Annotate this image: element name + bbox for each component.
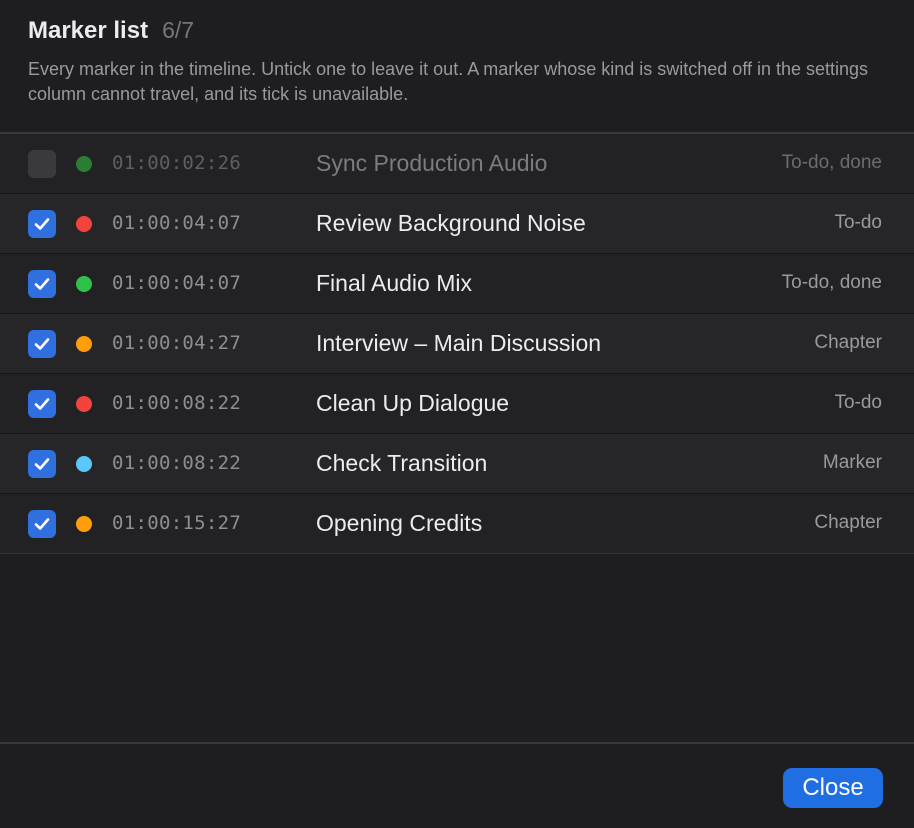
marker-name: Opening Credits	[316, 510, 483, 536]
marker-timecode: 01:00:04:07	[112, 272, 242, 294]
marker-checkbox[interactable]	[28, 330, 56, 358]
marker-color-dot-icon	[76, 336, 92, 352]
marker-row[interactable]: 01:00:08:22 Check Transition Marker	[0, 434, 914, 494]
marker-color-dot-icon	[76, 156, 92, 172]
footer-divider	[0, 742, 914, 744]
dialog-header: Marker list 6/7 Every marker in the time…	[0, 0, 914, 133]
marker-row[interactable]: 01:00:15:27 Opening Credits Chapter	[0, 494, 914, 554]
marker-timecode: 01:00:08:22	[112, 452, 242, 474]
marker-checkbox[interactable]	[28, 210, 56, 238]
marker-timecode: 01:00:04:27	[112, 332, 242, 354]
marker-color-dot-icon	[76, 216, 92, 232]
marker-kind: Chapter	[814, 512, 882, 533]
marker-checkbox[interactable]	[28, 270, 56, 298]
marker-kind: To-do, done	[781, 272, 882, 293]
marker-color-dot-icon	[76, 516, 92, 532]
marker-kind: Marker	[822, 452, 882, 473]
checkmark-icon	[34, 398, 50, 410]
dialog-title: Marker list	[28, 17, 149, 44]
marker-row[interactable]: 01:00:02:26 Sync Production Audio To-do, d…	[0, 134, 914, 194]
checkmark-icon	[34, 458, 50, 470]
marker-kind: To-do	[834, 392, 882, 413]
marker-color-dot-icon	[76, 396, 92, 412]
marker-row[interactable]: 01:00:04:07 Review Background Noise To-do	[0, 194, 914, 254]
close-button[interactable]: Close	[783, 768, 883, 808]
title-row: Marker list 6/7	[28, 17, 886, 49]
marker-name: Interview – Main Discussion	[316, 330, 602, 356]
marker-row[interactable]: 01:00:08:22 Clean Up Dialogue To-do	[0, 374, 914, 434]
checkmark-icon	[34, 218, 50, 230]
dialog-description: Every marker in the timeline. Untick one…	[28, 59, 869, 104]
marker-name: Sync Production Audio	[316, 150, 548, 176]
marker-color-dot-icon	[76, 276, 92, 292]
marker-name: Clean Up Dialogue	[316, 390, 510, 416]
marker-checkbox	[28, 150, 56, 178]
marker-kind: Chapter	[814, 332, 882, 353]
marker-kind: To-do	[834, 212, 882, 233]
checkmark-icon	[34, 518, 50, 530]
checkmark-icon	[34, 338, 50, 350]
marker-timecode: 01:00:08:22	[112, 392, 242, 414]
marker-row[interactable]: 01:00:04:27 Interview – Main Discussion Ch…	[0, 314, 914, 374]
marker-name: Check Transition	[316, 450, 488, 476]
marker-checkbox[interactable]	[28, 510, 56, 538]
marker-count: 6/7	[162, 17, 195, 43]
marker-kind: To-do, done	[781, 152, 882, 173]
marker-timecode: 01:00:15:27	[112, 512, 242, 534]
marker-timecode: 01:00:04:07	[112, 212, 242, 234]
marker-timecode: 01:00:02:26	[112, 152, 242, 174]
checkmark-icon	[34, 278, 50, 290]
marker-name: Review Background Noise	[316, 210, 586, 236]
marker-row[interactable]: 01:00:04:07 Final Audio Mix To-do, done	[0, 254, 914, 314]
marker-name: Final Audio Mix	[316, 270, 472, 296]
marker-color-dot-icon	[76, 456, 92, 472]
marker-list: 01:00:02:26 Sync Production Audio To-do, d…	[0, 134, 914, 554]
marker-checkbox[interactable]	[28, 450, 56, 478]
marker-checkbox[interactable]	[28, 390, 56, 418]
